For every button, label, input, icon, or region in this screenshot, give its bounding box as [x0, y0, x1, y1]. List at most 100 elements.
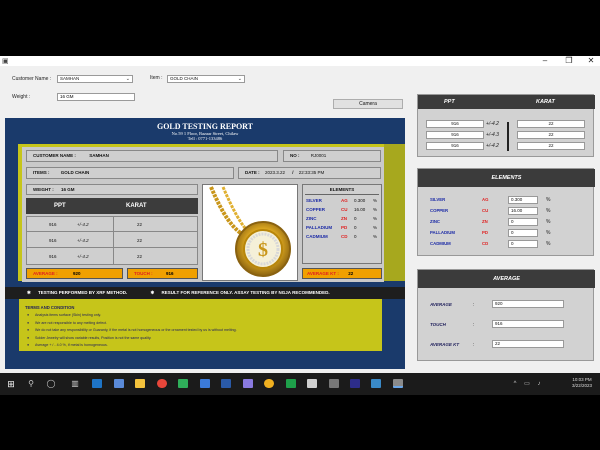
- element-input[interactable]: 0: [508, 229, 538, 237]
- average-input[interactable]: 920: [492, 300, 564, 308]
- element-unit: %: [373, 207, 378, 212]
- touch-label: TOUCH :: [134, 271, 153, 276]
- tolerance-label: +/-4.2: [486, 121, 499, 127]
- karat-input[interactable]: 22: [517, 131, 585, 139]
- element-value: 0.300: [354, 198, 366, 203]
- element-value: 16.00: [354, 207, 366, 212]
- element-input[interactable]: 0: [508, 218, 538, 226]
- average-kt-input[interactable]: 22: [492, 340, 564, 348]
- ppt-cell: 916: [49, 254, 57, 259]
- taskbar: ⊞ ⚲ ◯ ▥ ^ ▭ ♪ 10:03 PM 3/22/2023: [0, 373, 600, 395]
- app-icon[interactable]: [264, 379, 274, 388]
- app-icon: ▣: [2, 58, 9, 65]
- average-box: AVERAGE : 920: [26, 268, 123, 279]
- item-label: Item :: [150, 75, 163, 81]
- volume-icon[interactable]: ♪: [534, 379, 544, 389]
- excel-icon[interactable]: [178, 379, 188, 388]
- element-input[interactable]: 0: [508, 240, 538, 248]
- no-row: NO : RJ0001: [283, 150, 381, 162]
- chevron-down-icon[interactable]: ⌄: [126, 76, 130, 82]
- terms-item: We are not responsible to any melting de…: [35, 320, 108, 325]
- terms-section: TERMS AND CONDITION ● Analysis items surf…: [19, 299, 382, 351]
- item-combo[interactable]: GOLD CHAIN ⌄: [167, 75, 245, 83]
- close-button[interactable]: ✕: [584, 56, 598, 66]
- ppt-input[interactable]: 916: [426, 142, 484, 150]
- customer-row: CUSTOMER NAME : SAMHAN: [26, 150, 278, 162]
- element-input[interactable]: 0.300: [508, 196, 538, 204]
- terms-title: TERMS AND CONDITION: [25, 305, 75, 310]
- no-value: RJ0001: [310, 153, 327, 158]
- terms-item: Analysis items surface (Skin) testing on…: [35, 313, 102, 317]
- weight-input[interactable]: 16 GM: [57, 93, 135, 101]
- ppt-header: PPT: [54, 203, 66, 209]
- chrome-icon[interactable]: [157, 379, 167, 388]
- ppt-panel: PPT KARAT 916 +/-4.2 22 916 +/-4.3 22 916 +/-4.…: [417, 94, 595, 157]
- ppt-input[interactable]: 916: [426, 131, 484, 139]
- app-icon[interactable]: [329, 379, 339, 388]
- chevron-down-icon[interactable]: ⌄: [238, 76, 242, 82]
- ppt-panel-karat-header: KARAT: [536, 99, 555, 105]
- elements-panel-header: ELEMENTS: [418, 169, 595, 187]
- element-symbol: CU: [482, 208, 489, 213]
- ppt-table: 916 +/-4.2 22 916 +/-4.2 22 916 +/-4.2 2…: [26, 216, 198, 265]
- report-weight-value: 16 GM: [61, 187, 75, 192]
- gold-chain-icon: $: [209, 186, 291, 277]
- element-input[interactable]: 16.00: [508, 207, 538, 215]
- karat-input[interactable]: 22: [517, 142, 585, 150]
- gold-chain-image: $: [202, 184, 298, 281]
- weight-label: Weight :: [12, 94, 31, 100]
- average-kt-value: 22: [348, 271, 354, 276]
- element-unit: %: [546, 241, 551, 247]
- star-icon: ✱: [150, 290, 155, 295]
- date-label: DATE :: [245, 170, 260, 175]
- touch-input[interactable]: 916: [492, 320, 564, 328]
- active-app-icon[interactable]: [393, 379, 403, 388]
- table-row: 916 +/-4.2 22: [27, 233, 197, 248]
- clock[interactable]: 10:03 PM 3/22/2023: [572, 377, 592, 389]
- photos-icon[interactable]: [221, 379, 231, 388]
- app-icon[interactable]: [286, 379, 296, 388]
- element-value: 0: [354, 225, 357, 230]
- ppt-input[interactable]: 916: [426, 120, 484, 128]
- file-explorer-icon[interactable]: [135, 379, 145, 388]
- bullet-icon: ●: [27, 320, 30, 325]
- windows-start-icon[interactable]: ⊞: [6, 379, 16, 389]
- items-row: ITEMS : GOLD CHAIN: [26, 167, 234, 179]
- strip-left-text: TESTING PERFORMED BY XRF METHOD.: [38, 290, 128, 295]
- customer-name-combo[interactable]: SAMHAN ⌄: [57, 75, 133, 83]
- element-symbol: ZN: [482, 219, 488, 224]
- mail-icon[interactable]: [200, 379, 210, 388]
- network-icon[interactable]: ▭: [522, 379, 532, 389]
- visual-studio-icon[interactable]: [243, 379, 253, 388]
- calculator-icon[interactable]: [307, 379, 317, 388]
- edge-icon[interactable]: [92, 379, 102, 388]
- element-symbol: PD: [341, 225, 348, 230]
- widgets-icon[interactable]: ▥: [70, 379, 80, 389]
- report-tel: Tell : 0771-133486: [187, 136, 223, 141]
- no-label: NO :: [290, 153, 300, 158]
- ppt-cell: 916: [49, 222, 57, 227]
- element-symbol: ZN: [341, 216, 347, 221]
- camera-button[interactable]: Camera: [333, 99, 403, 109]
- chevron-up-icon[interactable]: ^: [510, 379, 520, 389]
- element-symbol: AG: [482, 197, 489, 202]
- element-unit: %: [373, 216, 378, 221]
- maximize-button[interactable]: ❐: [562, 56, 576, 66]
- search-icon[interactable]: ⚲: [26, 379, 36, 389]
- minimize-button[interactable]: –: [538, 56, 552, 66]
- app-icon[interactable]: [371, 379, 381, 388]
- report-elements-box: ELEMENTS SILVER AG 0.300% COPPER CU 16.00% ZIN…: [302, 184, 382, 264]
- svg-text:$: $: [258, 239, 268, 261]
- average-value: 920: [72, 271, 81, 276]
- element-unit: %: [546, 197, 551, 203]
- photoshop-icon[interactable]: [350, 379, 360, 388]
- ppt-panel-ppt-header: PPT: [444, 99, 455, 105]
- karat-input[interactable]: 22: [517, 120, 585, 128]
- colon: :: [473, 322, 475, 328]
- store-icon[interactable]: [114, 379, 124, 388]
- average-kt-box: AVERAGE KT : 22: [302, 268, 382, 279]
- task-view-icon[interactable]: ◯: [46, 379, 56, 389]
- customer-name-value: SAMHAN: [60, 76, 80, 81]
- element-unit: %: [546, 230, 551, 236]
- date-time-separator: /: [292, 170, 294, 175]
